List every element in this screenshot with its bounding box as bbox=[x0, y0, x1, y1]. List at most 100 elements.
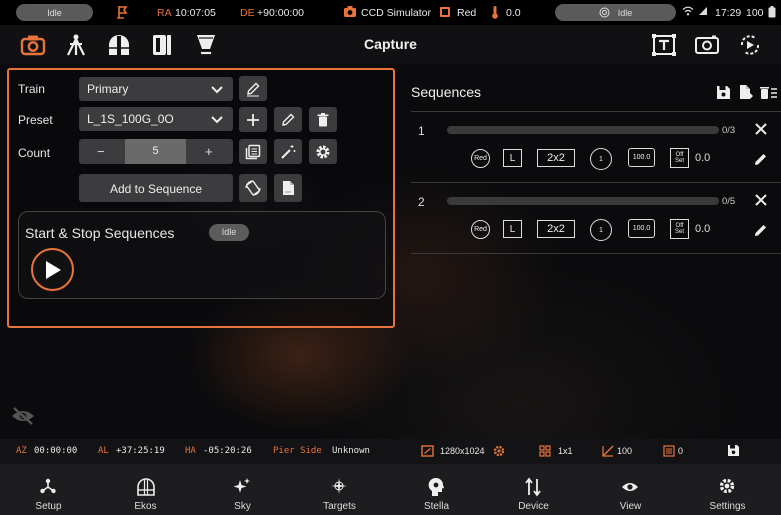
frame-type-chip: L bbox=[503, 220, 522, 238]
offset-value: 0.0 bbox=[695, 152, 711, 164]
nav-ekos[interactable]: Ekos bbox=[97, 464, 194, 515]
train-label: Train bbox=[18, 82, 45, 96]
train-select[interactable]: Primary bbox=[79, 77, 233, 101]
nav-label: Stella bbox=[423, 501, 449, 512]
preset-select-value: L_1S_100G_0O bbox=[87, 112, 174, 126]
mount-flag-icon bbox=[116, 5, 130, 22]
mount-status-pill: Idle bbox=[16, 4, 93, 21]
sequence-index: 2 bbox=[418, 195, 425, 209]
count-decrement-button[interactable]: − bbox=[97, 144, 105, 159]
resolution-settings-icon[interactable] bbox=[493, 445, 505, 460]
al-value: +37:25:19 bbox=[116, 446, 165, 456]
sequence-divider bbox=[411, 253, 781, 254]
save-file-button[interactable] bbox=[274, 174, 302, 202]
nav-label: Ekos bbox=[134, 501, 157, 512]
preset-select[interactable]: L_1S_100G_0O bbox=[79, 107, 233, 131]
target-icon bbox=[599, 7, 610, 18]
filter-name: Red bbox=[457, 7, 477, 19]
rotate-icon bbox=[245, 180, 261, 196]
resolution-icon bbox=[421, 445, 434, 460]
nav-label: Targets bbox=[323, 501, 356, 512]
save-settings-icon[interactable] bbox=[727, 444, 740, 460]
sequence-divider bbox=[411, 182, 781, 183]
edit-sequence-icon[interactable] bbox=[754, 152, 768, 171]
nav-view[interactable]: View bbox=[582, 464, 679, 515]
view-icon bbox=[622, 483, 638, 491]
nav-label: Sky bbox=[234, 501, 251, 512]
eye-off-icon[interactable] bbox=[10, 406, 36, 431]
signal-icon bbox=[698, 6, 708, 19]
nav-settings[interactable]: Settings bbox=[679, 464, 776, 515]
count-label: Count bbox=[18, 146, 51, 160]
start-stop-title: Start & Stop Sequences bbox=[25, 225, 175, 241]
resolution-value: 1280x1024 bbox=[440, 446, 485, 456]
settings-button[interactable] bbox=[309, 139, 337, 164]
stella-icon bbox=[428, 477, 444, 496]
setup-icon bbox=[40, 478, 56, 494]
sequence-index: 1 bbox=[418, 124, 425, 138]
exposure-timer-chip: 1 bbox=[590, 148, 612, 170]
remove-sequence-icon[interactable] bbox=[755, 193, 767, 211]
al-label: AL bbox=[98, 446, 109, 456]
filter-chip: Red bbox=[471, 220, 490, 239]
clock-time: 17:29 bbox=[715, 7, 742, 19]
count-increment-button[interactable]: + bbox=[205, 144, 213, 159]
nav-label: Device bbox=[518, 501, 549, 512]
play-icon bbox=[45, 260, 61, 279]
nav-label: Setup bbox=[35, 501, 62, 512]
filter-chip: Red bbox=[471, 149, 490, 168]
binning-icon bbox=[539, 445, 551, 460]
nav-setup[interactable]: Setup bbox=[0, 464, 97, 515]
nav-label: View bbox=[619, 501, 642, 512]
delete-preset-button[interactable] bbox=[309, 107, 337, 132]
chevron-down-icon bbox=[211, 113, 223, 127]
preset-label: Preset bbox=[18, 113, 53, 127]
gain-chip: 100.0 bbox=[628, 148, 655, 167]
nav-targets[interactable]: Targets bbox=[291, 464, 388, 515]
edit-preset-button[interactable] bbox=[274, 107, 302, 132]
sequence-progress-bar bbox=[447, 126, 719, 134]
sequence-divider bbox=[411, 111, 781, 112]
bottom-navigation: Setup Ekos Sky Targets Stella Device Vie… bbox=[0, 464, 781, 515]
ra-label: RA bbox=[157, 7, 172, 19]
de-label: DE bbox=[240, 7, 255, 19]
exposure-timer-chip: 1 bbox=[590, 219, 612, 241]
clear-sequence-icon[interactable] bbox=[760, 84, 778, 105]
remove-sequence-icon[interactable] bbox=[755, 122, 767, 140]
rotate-frame-button[interactable] bbox=[239, 174, 267, 202]
camera-name: CCD Simulator bbox=[361, 7, 432, 19]
auto-apply-button[interactable] bbox=[274, 139, 302, 164]
add-preset-button[interactable] bbox=[239, 107, 267, 132]
save-sequence-icon[interactable] bbox=[716, 85, 731, 105]
binning-chip: 2x2 bbox=[537, 220, 575, 238]
edit-train-button[interactable] bbox=[239, 76, 267, 101]
chevron-down-icon bbox=[211, 83, 223, 97]
save-sequence-as-icon[interactable] bbox=[739, 84, 755, 105]
gain-value: 100 bbox=[617, 446, 633, 456]
play-button[interactable] bbox=[31, 248, 74, 291]
edit-sequence-icon[interactable] bbox=[754, 223, 768, 242]
nav-stella[interactable]: Stella bbox=[388, 464, 485, 515]
sequence-count: 0/3 bbox=[722, 125, 736, 136]
sequences-title: Sequences bbox=[411, 84, 482, 100]
ha-label: HA bbox=[185, 446, 196, 456]
sequence-count: 0/5 bbox=[722, 196, 736, 207]
de-value: +90:00:00 bbox=[257, 7, 305, 19]
device-icon bbox=[525, 477, 541, 497]
count-input[interactable]: 5 bbox=[125, 139, 186, 164]
nav-label: Settings bbox=[709, 501, 746, 512]
nav-sky[interactable]: Sky bbox=[194, 464, 291, 515]
filter-icon bbox=[439, 6, 451, 21]
nav-device[interactable]: Device bbox=[485, 464, 582, 515]
gain-icon bbox=[602, 445, 614, 460]
frame-type-chip: L bbox=[503, 149, 522, 167]
trash-icon bbox=[317, 112, 329, 126]
add-to-sequence-button[interactable]: Add to Sequence bbox=[79, 174, 233, 202]
pencil-icon bbox=[247, 82, 260, 96]
offset-chip: Off Set bbox=[670, 219, 689, 239]
battery-icon bbox=[768, 6, 776, 21]
duplicate-button[interactable] bbox=[239, 139, 267, 164]
settings-icon bbox=[719, 478, 735, 494]
sky-icon bbox=[233, 478, 250, 493]
gear-icon bbox=[316, 145, 330, 158]
